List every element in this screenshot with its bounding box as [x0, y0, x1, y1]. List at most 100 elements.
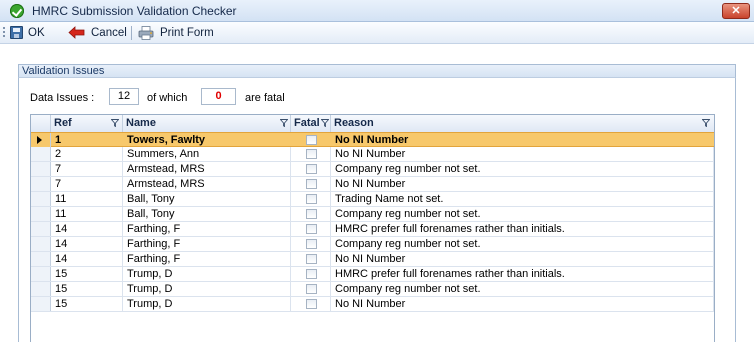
- name-cell[interactable]: Trump, D: [123, 267, 291, 281]
- reason-cell[interactable]: No NI Number: [331, 252, 714, 266]
- fatal-checkbox[interactable]: [306, 179, 317, 189]
- table-row[interactable]: 15 Trump, D Company reg number not set.: [31, 282, 714, 297]
- table-row[interactable]: 1 Towers, Fawlty No NI Number: [31, 132, 714, 147]
- close-button[interactable]: ✕: [722, 3, 750, 19]
- ref-cell[interactable]: 14: [51, 237, 123, 251]
- name-cell[interactable]: Farthing, F: [123, 252, 291, 266]
- reason-cell[interactable]: HMRC prefer full forenames rather than i…: [331, 267, 714, 281]
- filter-funnel-icon[interactable]: [702, 119, 710, 127]
- row-indicator-cell[interactable]: [31, 162, 51, 176]
- ref-cell[interactable]: 11: [51, 192, 123, 206]
- name-cell[interactable]: Farthing, F: [123, 222, 291, 236]
- fatal-checkbox[interactable]: [306, 194, 317, 204]
- column-header-reason[interactable]: Reason: [331, 115, 714, 132]
- table-row[interactable]: 2 Summers, Ann No NI Number: [31, 147, 714, 162]
- fatal-checkbox[interactable]: [306, 149, 317, 159]
- row-indicator-cell[interactable]: [31, 222, 51, 236]
- row-indicator-cell[interactable]: [31, 237, 51, 251]
- fatal-checkbox[interactable]: [306, 254, 317, 264]
- reason-cell[interactable]: No NI Number: [331, 147, 714, 161]
- table-row[interactable]: 15 Trump, D No NI Number: [31, 297, 714, 312]
- row-indicator-cell[interactable]: [31, 207, 51, 221]
- ref-cell[interactable]: 14: [51, 252, 123, 266]
- ok-button[interactable]: OK: [28, 26, 45, 40]
- name-cell[interactable]: Farthing, F: [123, 237, 291, 251]
- toolbar-grip[interactable]: [3, 27, 5, 39]
- table-row[interactable]: 14 Farthing, F No NI Number: [31, 252, 714, 267]
- ref-cell[interactable]: 7: [51, 177, 123, 191]
- row-indicator-cell[interactable]: [31, 147, 51, 161]
- reason-cell[interactable]: No NI Number: [331, 177, 714, 191]
- column-header-ref[interactable]: Ref: [51, 115, 123, 132]
- column-header-name-label: Name: [126, 117, 156, 129]
- table-row[interactable]: 14 Farthing, F Company reg number not set.: [31, 237, 714, 252]
- row-indicator-cell[interactable]: [31, 192, 51, 206]
- filter-funnel-icon[interactable]: [280, 119, 288, 127]
- ref-cell[interactable]: 15: [51, 282, 123, 296]
- ref-cell[interactable]: 2: [51, 147, 123, 161]
- reason-cell[interactable]: Company reg number not set.: [331, 282, 714, 296]
- column-header-name[interactable]: Name: [123, 115, 291, 132]
- row-indicator-cell[interactable]: [31, 297, 51, 311]
- reason-cell[interactable]: HMRC prefer full forenames rather than i…: [331, 222, 714, 236]
- name-cell[interactable]: Trump, D: [123, 282, 291, 296]
- print-form-button[interactable]: Print Form: [160, 26, 214, 40]
- row-indicator-cell[interactable]: [31, 252, 51, 266]
- name-cell[interactable]: Ball, Tony: [123, 192, 291, 206]
- ref-cell[interactable]: 7: [51, 162, 123, 176]
- print-form-icon[interactable]: [138, 26, 154, 40]
- ref-cell[interactable]: 1: [51, 133, 123, 147]
- column-header-fatal[interactable]: Fatal: [291, 115, 331, 132]
- green-check-icon: [10, 4, 24, 18]
- table-row[interactable]: 15 Trump, D HMRC prefer full forenames rat…: [31, 267, 714, 282]
- red-back-arrow-icon[interactable]: [68, 26, 86, 39]
- name-cell[interactable]: Towers, Fawlty: [123, 133, 291, 147]
- ref-cell[interactable]: 11: [51, 207, 123, 221]
- row-indicator-cell[interactable]: [31, 282, 51, 296]
- filter-funnel-icon[interactable]: [111, 119, 119, 127]
- filter-funnel-icon[interactable]: [321, 119, 329, 127]
- fatal-checkbox[interactable]: [306, 269, 317, 279]
- ref-cell[interactable]: 15: [51, 267, 123, 281]
- row-pointer-icon: [37, 136, 42, 144]
- group-title: Validation Issues: [22, 65, 105, 77]
- reason-cell[interactable]: Company reg number not set.: [331, 207, 714, 221]
- fatal-checkbox[interactable]: [306, 209, 317, 219]
- fatal-cell: [291, 252, 331, 266]
- fatal-checkbox[interactable]: [306, 135, 317, 145]
- name-cell[interactable]: Armstead, MRS: [123, 162, 291, 176]
- reason-cell[interactable]: Trading Name not set.: [331, 192, 714, 206]
- group-header: [18, 64, 736, 78]
- reason-cell[interactable]: Company reg number not set.: [331, 237, 714, 251]
- name-cell[interactable]: Trump, D: [123, 297, 291, 311]
- fatal-checkbox[interactable]: [306, 224, 317, 234]
- ref-cell[interactable]: 15: [51, 297, 123, 311]
- row-indicator-cell[interactable]: [31, 177, 51, 191]
- fatal-cell: [291, 207, 331, 221]
- name-cell[interactable]: Ball, Tony: [123, 207, 291, 221]
- fatal-checkbox[interactable]: [306, 239, 317, 249]
- name-cell[interactable]: Summers, Ann: [123, 147, 291, 161]
- ref-cell[interactable]: 14: [51, 222, 123, 236]
- table-row[interactable]: 14 Farthing, F HMRC prefer full forenames …: [31, 222, 714, 237]
- table-row[interactable]: 7 Armstead, MRS No NI Number: [31, 177, 714, 192]
- fatal-checkbox[interactable]: [306, 164, 317, 174]
- table-row[interactable]: 11 Ball, Tony Trading Name not set.: [31, 192, 714, 207]
- row-indicator-cell[interactable]: [31, 133, 51, 147]
- fatal-checkbox[interactable]: [306, 284, 317, 294]
- toolbar: OK Cancel Print Form: [0, 22, 754, 44]
- table-row[interactable]: 7 Armstead, MRS Company reg number not set…: [31, 162, 714, 177]
- save-disk-icon[interactable]: [10, 26, 23, 39]
- grid-header: Ref Name Fatal Reason: [31, 115, 714, 133]
- fatal-count: 0: [201, 88, 236, 105]
- fatal-checkbox[interactable]: [306, 299, 317, 309]
- reason-cell[interactable]: Company reg number not set.: [331, 162, 714, 176]
- reason-cell[interactable]: No NI Number: [331, 297, 714, 311]
- cancel-button[interactable]: Cancel: [91, 26, 127, 40]
- fatal-cell: [291, 147, 331, 161]
- reason-cell[interactable]: No NI Number: [331, 133, 714, 147]
- row-indicator-cell[interactable]: [31, 267, 51, 281]
- of-which-label: of which: [147, 92, 188, 104]
- name-cell[interactable]: Armstead, MRS: [123, 177, 291, 191]
- table-row[interactable]: 11 Ball, Tony Company reg number not set.: [31, 207, 714, 222]
